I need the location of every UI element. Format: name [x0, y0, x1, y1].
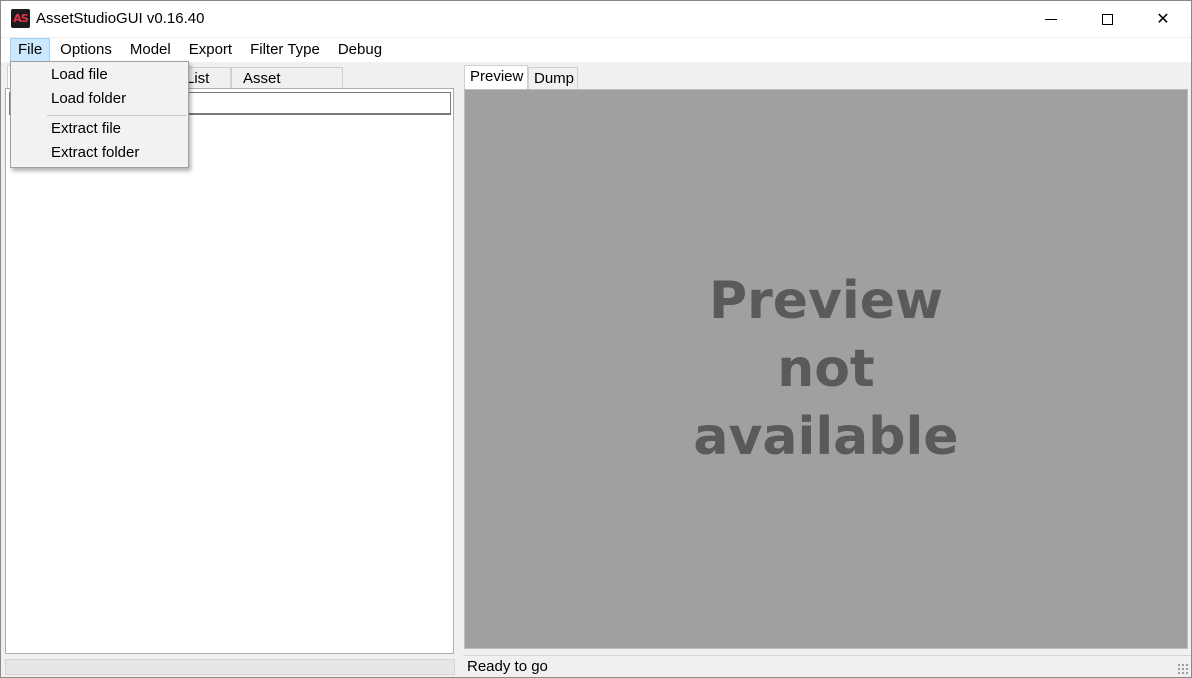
preview-line-2: not: [777, 339, 875, 399]
menu-item-load-file[interactable]: Load file: [39, 63, 187, 87]
menu-debug[interactable]: Debug: [330, 38, 390, 62]
status-text: Ready to go: [467, 658, 548, 675]
minimize-button[interactable]: [1023, 1, 1079, 37]
tab-asset-classes[interactable]: Asset Classes: [231, 67, 343, 109]
close-icon: ✕: [1156, 9, 1170, 28]
left-status-bar: [5, 659, 455, 675]
tab-preview[interactable]: Preview: [464, 65, 528, 89]
preview-area: Preview not available: [464, 89, 1188, 649]
preview-message: Preview not available: [636, 267, 1016, 471]
tab-asset-list-label: List: [186, 70, 210, 87]
preview-line-3: available: [693, 407, 959, 467]
menu-separator: [47, 115, 187, 116]
maximize-icon: [1101, 13, 1113, 25]
preview-line-1: Preview: [708, 271, 944, 331]
minimize-icon: [1045, 18, 1057, 20]
menu-bar: File Options Model Export Filter Type De…: [1, 38, 1191, 62]
menu-item-extract-folder[interactable]: Extract folder: [39, 141, 187, 165]
file-dropdown-menu: Load file Load folder Extract file Extra…: [10, 61, 189, 168]
tab-dump[interactable]: Dump: [528, 67, 578, 89]
left-tab-page: [5, 88, 454, 654]
right-pane: Preview Dump Preview not available: [462, 64, 1191, 656]
menu-model[interactable]: Model: [122, 38, 179, 62]
tab-dump-label: Dump: [534, 70, 575, 87]
window-title: AssetStudioGUI v0.16.40: [36, 10, 205, 27]
close-button[interactable]: ✕: [1135, 1, 1191, 37]
menu-item-extract-file[interactable]: Extract file: [39, 117, 187, 141]
status-bar: Ready to go: [463, 655, 1191, 677]
app-logo-icon: AS: [11, 9, 30, 28]
menu-filter-type[interactable]: Filter Type: [242, 38, 328, 62]
menu-export[interactable]: Export: [181, 38, 240, 62]
title-bar: AS AssetStudioGUI v0.16.40 ✕: [1, 1, 1191, 37]
menu-item-load-folder[interactable]: Load folder: [39, 87, 187, 111]
menu-file[interactable]: File: [10, 38, 51, 62]
tab-preview-label: Preview: [470, 68, 524, 85]
resize-grip-icon[interactable]: [1177, 663, 1189, 675]
menu-gutter: [11, 62, 39, 167]
app-window: AS AssetStudioGUI v0.16.40 ✕ File Option…: [0, 0, 1192, 678]
menu-options[interactable]: Options: [52, 38, 120, 62]
maximize-button[interactable]: [1079, 1, 1135, 37]
